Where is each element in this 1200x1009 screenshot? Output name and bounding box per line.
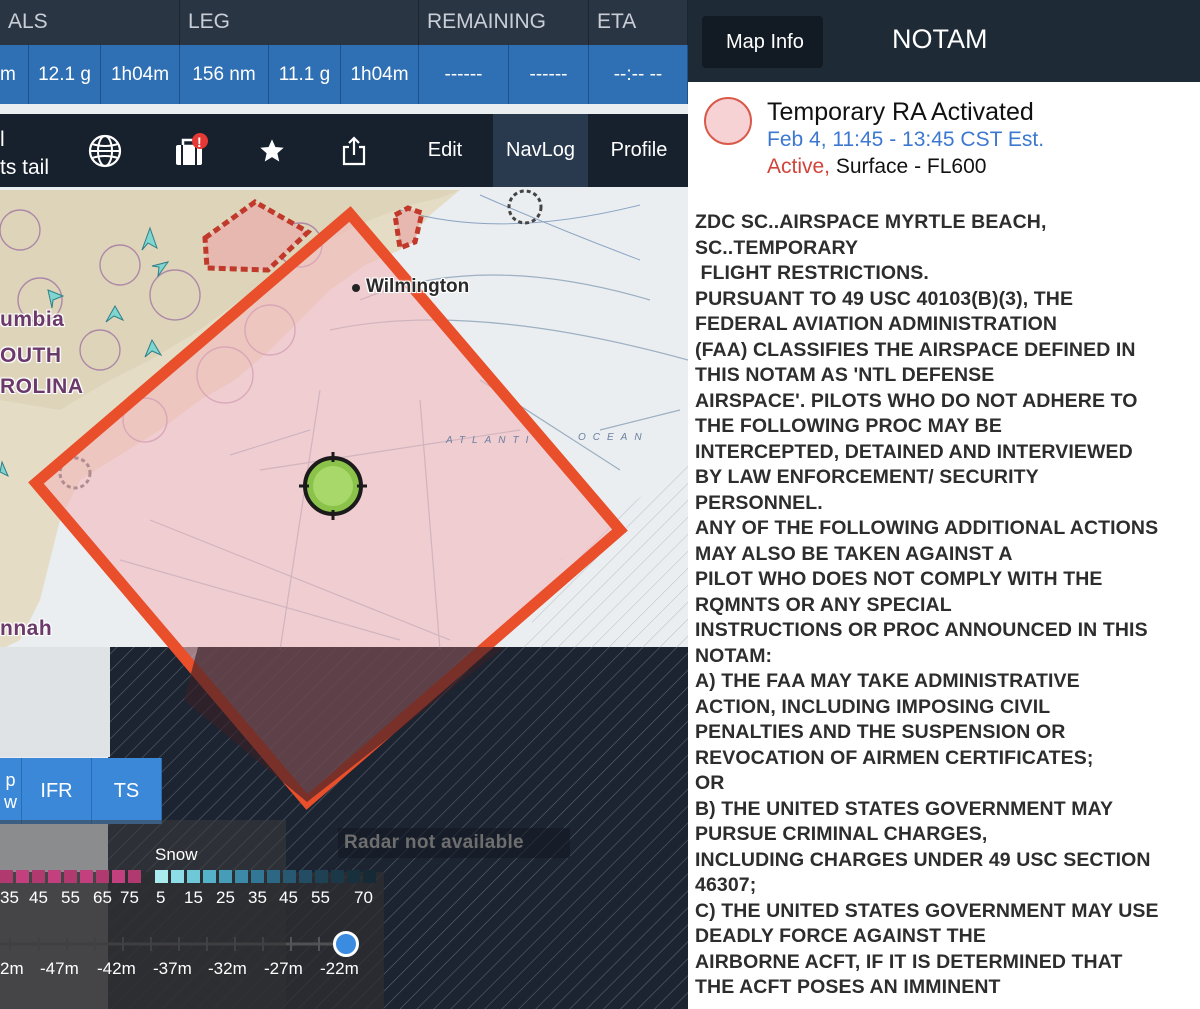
snow-scale-number: 5 — [156, 888, 166, 907]
header-remaining: REMAINING — [419, 0, 589, 45]
layer-button-ts[interactable]: TS — [92, 758, 162, 824]
snow-swatch — [347, 870, 360, 883]
layer-partial-top: p — [5, 770, 16, 790]
notam-altitude-range: Surface - FL600 — [830, 155, 987, 178]
globe-icon — [88, 134, 122, 167]
map-view[interactable]: umbia OUTH ROLINA nnah Wilmington ATLANT… — [0, 0, 688, 1009]
city-label-wilmington: Wilmington — [366, 276, 470, 297]
header-eta: ETA — [589, 0, 688, 45]
rain-swatch — [80, 870, 93, 883]
snow-swatch — [171, 870, 184, 883]
notam-type-icon — [704, 97, 752, 145]
snow-swatch — [203, 870, 216, 883]
map-region-label: nnah — [0, 617, 53, 640]
data-cell: 1h04m — [341, 45, 419, 104]
rain-swatch — [48, 870, 61, 883]
alert-badge: ! — [197, 134, 202, 150]
snow-swatch — [299, 870, 312, 883]
rain-scale-number: 65 — [93, 888, 112, 907]
briefcase-button[interactable]: ! — [165, 114, 215, 187]
data-cell: 1h04m — [101, 45, 180, 104]
data-cell: 156 nm — [180, 45, 269, 104]
snow-scale-number: 55 — [311, 888, 330, 907]
snow-scale-number: 70 — [354, 888, 373, 907]
rain-swatch — [112, 870, 125, 883]
header-totals: ALS — [0, 0, 180, 45]
radar-unavailable-message: Radar not available — [338, 828, 570, 858]
snow-swatch — [219, 870, 232, 883]
timeline-label: -37m — [153, 959, 192, 978]
globe-button[interactable] — [80, 114, 130, 187]
rain-scale-number: 55 — [61, 888, 80, 907]
map-region-label: OUTH — [0, 344, 62, 367]
map-region-label: ROLINA — [0, 375, 84, 398]
data-cell: 12.1 g — [29, 45, 101, 104]
notam-time: Feb 4, 11:45 - 13:45 CST Est. — [767, 128, 1045, 151]
snow-scale-number: 25 — [216, 888, 235, 907]
snow-swatch — [315, 870, 328, 883]
star-icon — [260, 138, 284, 161]
flight-data-bar: ALS LEG REMAINING ETA m 12.1 g 1h04m 156… — [0, 0, 688, 104]
data-cell: 11.1 g — [269, 45, 341, 104]
profile-button[interactable]: Profile — [596, 114, 682, 187]
notam-status: Active, Surface - FL600 — [767, 155, 986, 179]
navlog-button[interactable]: NavLog — [493, 114, 588, 187]
rain-scale-number: 35 — [0, 888, 19, 907]
map-toolbar: l ts tail ! Edit NavLog Profile — [0, 114, 688, 187]
notam-status-active: Active, — [767, 155, 831, 178]
snow-scale-number: 45 — [279, 888, 298, 907]
briefcase-icon — [176, 132, 208, 165]
notam-panel: Map Info NOTAM Temporary RA Activated Fe… — [688, 0, 1200, 1009]
notam-body-text: ZDC SC..AIRSPACE MYRTLE BEACH, SC..TEMPO… — [695, 211, 1159, 998]
snow-swatch — [235, 870, 248, 883]
map-region-label: umbia — [0, 308, 65, 331]
data-cell: m — [0, 45, 29, 104]
layer-partial-bottom: w — [4, 792, 17, 812]
notam-title: Temporary RA Activated — [767, 98, 1034, 126]
timeline-label: -27m — [264, 959, 303, 978]
timeline-label: -47m — [40, 959, 79, 978]
rain-swatch — [0, 870, 13, 883]
tail-mark: l — [0, 128, 5, 151]
share-button[interactable] — [330, 114, 378, 187]
rain-swatch — [64, 870, 77, 883]
map-info-back-button[interactable]: Map Info — [702, 16, 823, 68]
snow-scale-number: 35 — [248, 888, 267, 907]
timeline-label: 2m — [0, 959, 24, 978]
share-icon — [342, 135, 366, 165]
rain-swatch — [32, 870, 45, 883]
ocean-label: ATLANTI — [446, 435, 536, 446]
panel-header: Map Info NOTAM — [688, 0, 1200, 82]
timeline-label: -42m — [97, 959, 136, 978]
snow-swatch — [251, 870, 264, 883]
data-cell: ------ — [419, 45, 509, 104]
timeline-label: -22m — [320, 959, 359, 978]
layer-button-partial[interactable]: p w — [0, 758, 22, 824]
data-cell: --:-- -- — [589, 45, 688, 104]
snow-swatch — [331, 870, 344, 883]
snow-scale-number: 15 — [184, 888, 203, 907]
ocean-label: OCEAN — [578, 432, 649, 443]
timeline-label: -32m — [208, 959, 247, 978]
legend-snow-title: Snow — [155, 845, 198, 864]
snow-swatch — [283, 870, 296, 883]
snow-swatch — [267, 870, 280, 883]
snow-swatch — [155, 870, 168, 883]
snow-swatch — [187, 870, 200, 883]
rain-scale-number: 75 — [120, 888, 139, 907]
aircraft-tail-button[interactable]: ts tail — [0, 156, 49, 180]
timeline-slider-handle[interactable] — [333, 931, 359, 957]
rain-scale-number: 45 — [29, 888, 48, 907]
panel-title: NOTAM — [892, 24, 988, 54]
rain-swatch — [96, 870, 109, 883]
snow-swatch — [363, 870, 376, 883]
layer-button-ifr[interactable]: IFR — [22, 758, 92, 824]
header-leg: LEG — [180, 0, 419, 45]
edit-button[interactable]: Edit — [414, 114, 476, 187]
rain-swatch — [128, 870, 141, 883]
favorites-button[interactable] — [248, 114, 296, 187]
rain-swatch — [16, 870, 29, 883]
data-cell: ------ — [509, 45, 589, 104]
